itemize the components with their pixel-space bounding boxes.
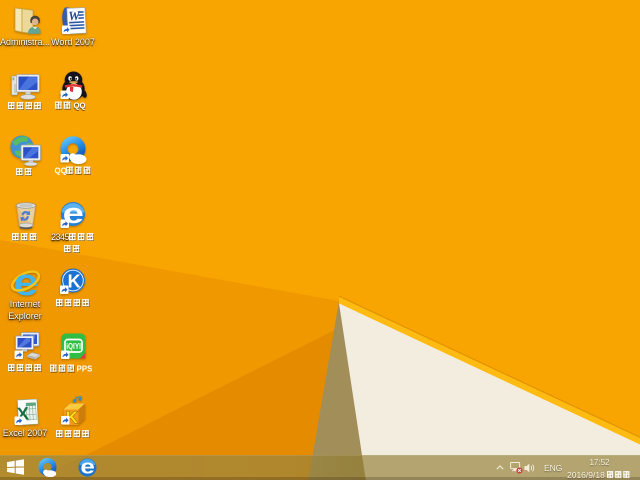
svg-text:e: e: [80, 458, 95, 477]
svg-text:QQ: QQ: [73, 102, 85, 111]
svg-text:K: K: [68, 272, 81, 292]
svg-text:iQIYI: iQIYI: [66, 342, 81, 351]
svg-text:PPS: PPS: [77, 365, 93, 374]
svg-text:QQ: QQ: [54, 167, 66, 176]
